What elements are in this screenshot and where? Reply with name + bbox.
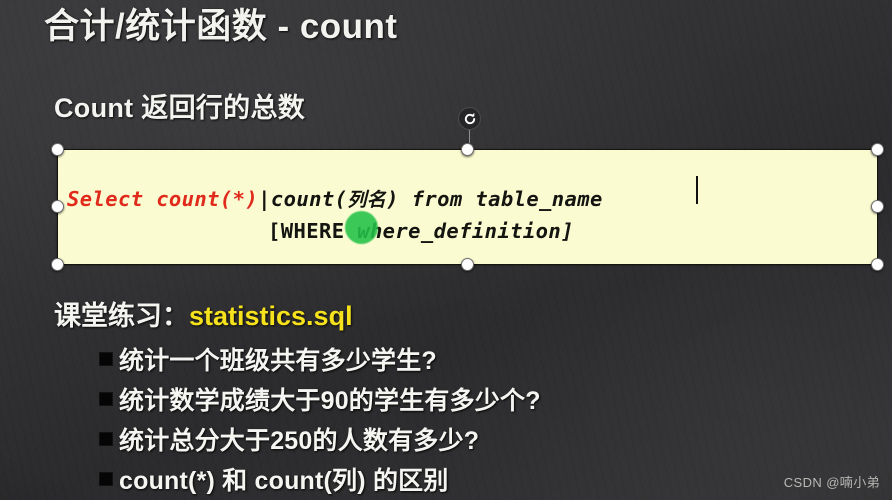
click-highlight-marker: [345, 211, 378, 244]
slide-canvas: 合计/统计函数 - count Count 返回行的总数 Select coun…: [0, 0, 892, 500]
text-insertion-caret: [696, 176, 698, 204]
page-title: 合计/统计函数 - count: [44, 7, 398, 46]
csdn-watermark: CSDN @喃小弟: [783, 475, 880, 490]
code-where-keyword: [WHERE: [268, 219, 358, 243]
resize-handle-top-left[interactable]: [51, 143, 64, 156]
code-line-1: Select count(*)|count(列名) from table_nam…: [67, 185, 603, 212]
list-item-label: 统计一个班级共有多少学生?: [119, 347, 437, 375]
list-item: 统计总分大于250的人数有多少?: [100, 421, 479, 457]
list-item-label: 统计数学成绩大于90的学生有多少个?: [119, 387, 541, 415]
code-line-1-part-b: ) from table_name: [386, 187, 603, 211]
square-bullet-icon: [100, 353, 112, 365]
exercise-heading: 课堂练习：statistics.sql: [54, 294, 353, 333]
resize-handle-top-right[interactable]: [871, 143, 884, 156]
exercise-file-name: statistics.sql: [189, 301, 353, 331]
exercise-label: 课堂练习：: [54, 301, 189, 331]
list-item-label: 统计总分大于250的人数有多少?: [119, 427, 480, 455]
code-where-definition: where_definition]: [357, 219, 574, 243]
resize-handle-bottom-center[interactable]: [461, 258, 474, 271]
resize-handle-middle-right[interactable]: [871, 200, 884, 213]
resize-handle-top-center[interactable]: [461, 143, 474, 156]
list-item: 统计数学成绩大于90的学生有多少个?: [100, 381, 541, 417]
list-item: 统计一个班级共有多少学生?: [100, 341, 437, 377]
code-keyword-select-count: Select count(*): [67, 187, 259, 211]
resize-handle-bottom-right[interactable]: [871, 258, 884, 271]
code-line-1-column-name-cjk: 列名: [347, 189, 387, 211]
code-textbox-selection[interactable]: Select count(*)|count(列名) from table_nam…: [48, 141, 886, 271]
list-item: count(*) 和 count(列) 的区别: [100, 461, 449, 497]
resize-handle-bottom-left[interactable]: [51, 258, 64, 271]
subtitle-text: Count 返回行的总数: [54, 93, 306, 123]
rotate-handle-icon[interactable]: [458, 107, 481, 130]
resize-handle-middle-left[interactable]: [51, 200, 64, 213]
square-bullet-icon: [100, 393, 112, 405]
code-line-1-part-a: |count(: [258, 187, 348, 211]
list-item-label: count(*) 和 count(列) 的区别: [119, 467, 449, 495]
code-textbox[interactable]: Select count(*)|count(列名) from table_nam…: [57, 149, 877, 264]
square-bullet-icon: [100, 473, 112, 485]
square-bullet-icon: [100, 433, 112, 445]
code-line-2: [WHERE where_definition]: [268, 219, 574, 243]
